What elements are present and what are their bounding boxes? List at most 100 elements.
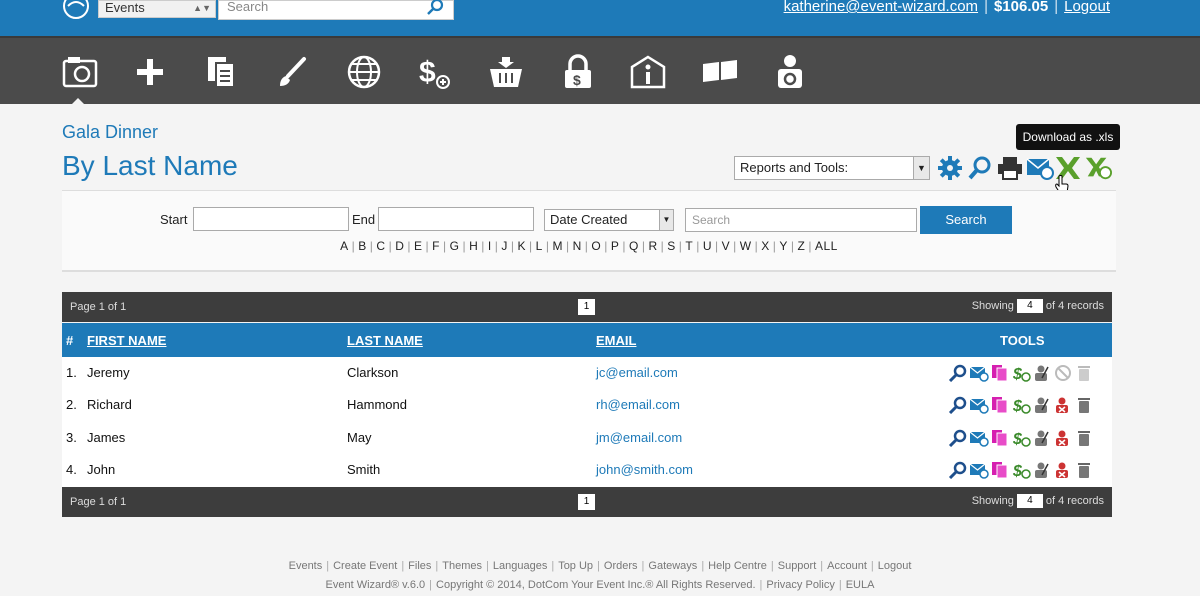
flag-icon[interactable] <box>700 52 740 92</box>
magnifier-icon[interactable] <box>966 154 994 182</box>
cancel-icon[interactable] <box>1053 396 1073 414</box>
footer-link-languages[interactable]: Languages <box>493 560 547 572</box>
info-icon[interactable] <box>628 52 668 92</box>
letter-filter-y[interactable]: Y <box>779 239 788 253</box>
edit-user-icon[interactable] <box>1032 461 1052 479</box>
documents-icon[interactable] <box>990 429 1010 447</box>
delete-icon[interactable] <box>1074 364 1094 382</box>
eula-link[interactable]: EULA <box>846 579 875 591</box>
email-icon[interactable] <box>969 396 989 414</box>
letter-filter-u[interactable]: U <box>703 239 712 253</box>
letter-filter-h[interactable]: H <box>469 239 478 253</box>
payment-icon[interactable]: $ <box>1011 429 1031 448</box>
letter-filter-k[interactable]: K <box>517 239 526 253</box>
letter-filter-v[interactable]: V <box>722 239 731 253</box>
letter-filter-o[interactable]: O <box>591 239 601 253</box>
letter-filter-f[interactable]: F <box>432 239 440 253</box>
letter-filter-x[interactable]: X <box>761 239 770 253</box>
letter-filter-w[interactable]: W <box>740 239 752 253</box>
delete-icon[interactable] <box>1074 429 1094 447</box>
cancel-icon[interactable] <box>1053 461 1073 479</box>
footer-link-themes[interactable]: Themes <box>442 560 482 572</box>
lock-icon[interactable]: $ <box>558 52 598 92</box>
top-search-input[interactable]: Search <box>218 0 454 20</box>
reports-tools-select[interactable]: Reports and Tools: ▼ <box>734 156 930 180</box>
letter-filter-e[interactable]: E <box>414 239 423 253</box>
events-icon[interactable] <box>60 52 100 92</box>
globe-icon[interactable] <box>344 52 384 92</box>
user-settings-icon[interactable] <box>770 52 810 92</box>
letter-filter-s[interactable]: S <box>667 239 676 253</box>
footer-link-top-up[interactable]: Top Up <box>558 560 593 572</box>
letter-filter-m[interactable]: M <box>552 239 563 253</box>
col-first-name[interactable]: FIRST NAME <box>87 333 166 348</box>
view-icon[interactable] <box>948 364 968 383</box>
copy-icon[interactable] <box>202 52 242 92</box>
filter-search-input[interactable]: Search <box>685 208 917 232</box>
letter-filter-all[interactable]: ALL <box>815 239 838 253</box>
search-button[interactable]: Search <box>920 206 1012 234</box>
letter-filter-z[interactable]: Z <box>798 239 806 253</box>
page-number-button[interactable]: 1 <box>578 494 595 510</box>
letter-filter-d[interactable]: D <box>395 239 404 253</box>
footer-link-account[interactable]: Account <box>827 560 867 572</box>
end-date-input[interactable] <box>378 207 534 231</box>
email-icon[interactable] <box>969 364 989 382</box>
privacy-link[interactable]: Privacy Policy <box>766 579 834 591</box>
cancel-icon[interactable] <box>1053 429 1073 447</box>
footer-link-logout[interactable]: Logout <box>878 560 912 572</box>
letter-filter-l[interactable]: L <box>536 239 543 253</box>
brush-icon[interactable] <box>272 52 312 92</box>
delete-icon[interactable] <box>1074 461 1094 479</box>
letter-filter-b[interactable]: B <box>358 239 367 253</box>
footer-link-create-event[interactable]: Create Event <box>333 560 397 572</box>
excel-export-icon[interactable] <box>1084 154 1112 182</box>
email-icon[interactable] <box>969 429 989 447</box>
letter-filter-r[interactable]: R <box>648 239 657 253</box>
plus-icon[interactable] <box>130 52 170 92</box>
letter-filter-t[interactable]: T <box>685 239 693 253</box>
documents-icon[interactable] <box>990 364 1010 382</box>
start-date-input[interactable] <box>193 207 349 231</box>
footer-link-orders[interactable]: Orders <box>604 560 638 572</box>
page-number-button[interactable]: 1 <box>578 299 595 315</box>
payment-icon[interactable]: $ <box>1011 461 1031 480</box>
basket-icon[interactable] <box>486 52 526 92</box>
email-link[interactable]: jm@email.com <box>596 430 682 445</box>
email-report-icon[interactable] <box>1026 154 1054 182</box>
edit-user-icon[interactable] <box>1032 429 1052 447</box>
letter-filter-n[interactable]: N <box>573 239 582 253</box>
view-icon[interactable] <box>948 461 968 480</box>
edit-user-icon[interactable] <box>1032 396 1052 414</box>
view-icon[interactable] <box>948 396 968 415</box>
payment-icon[interactable]: $ <box>1011 396 1031 415</box>
edit-user-icon[interactable] <box>1032 364 1052 382</box>
letter-filter-q[interactable]: Q <box>629 239 639 253</box>
event-type-select[interactable]: Events ▲▼ <box>98 0 216 18</box>
settings-gear-icon[interactable] <box>936 154 964 182</box>
email-icon[interactable] <box>969 461 989 479</box>
app-logo-icon[interactable] <box>62 0 90 20</box>
documents-icon[interactable] <box>990 396 1010 414</box>
footer-link-events[interactable]: Events <box>289 560 323 572</box>
letter-filter-a[interactable]: A <box>340 239 349 253</box>
footer-link-files[interactable]: Files <box>408 560 431 572</box>
logout-link[interactable]: Logout <box>1064 0 1110 15</box>
col-email[interactable]: EMAIL <box>596 333 636 348</box>
letter-filter-p[interactable]: P <box>611 239 620 253</box>
documents-icon[interactable] <box>990 461 1010 479</box>
delete-icon[interactable] <box>1074 396 1094 414</box>
print-icon[interactable] <box>996 154 1024 182</box>
per-page-input[interactable]: 4 <box>1016 494 1043 508</box>
search-icon[interactable] <box>427 0 445 17</box>
email-link[interactable]: john@smith.com <box>596 462 693 477</box>
footer-link-gateways[interactable]: Gateways <box>648 560 697 572</box>
footer-link-support[interactable]: Support <box>778 560 817 572</box>
letter-filter-j[interactable]: J <box>501 239 508 253</box>
user-email-link[interactable]: katherine@event-wizard.com <box>784 0 978 15</box>
letter-filter-g[interactable]: G <box>450 239 460 253</box>
payment-icon[interactable]: $ <box>1011 364 1031 383</box>
dollar-icon[interactable]: $ <box>414 52 454 92</box>
letter-filter-c[interactable]: C <box>376 239 385 253</box>
col-last-name[interactable]: LAST NAME <box>347 333 423 348</box>
